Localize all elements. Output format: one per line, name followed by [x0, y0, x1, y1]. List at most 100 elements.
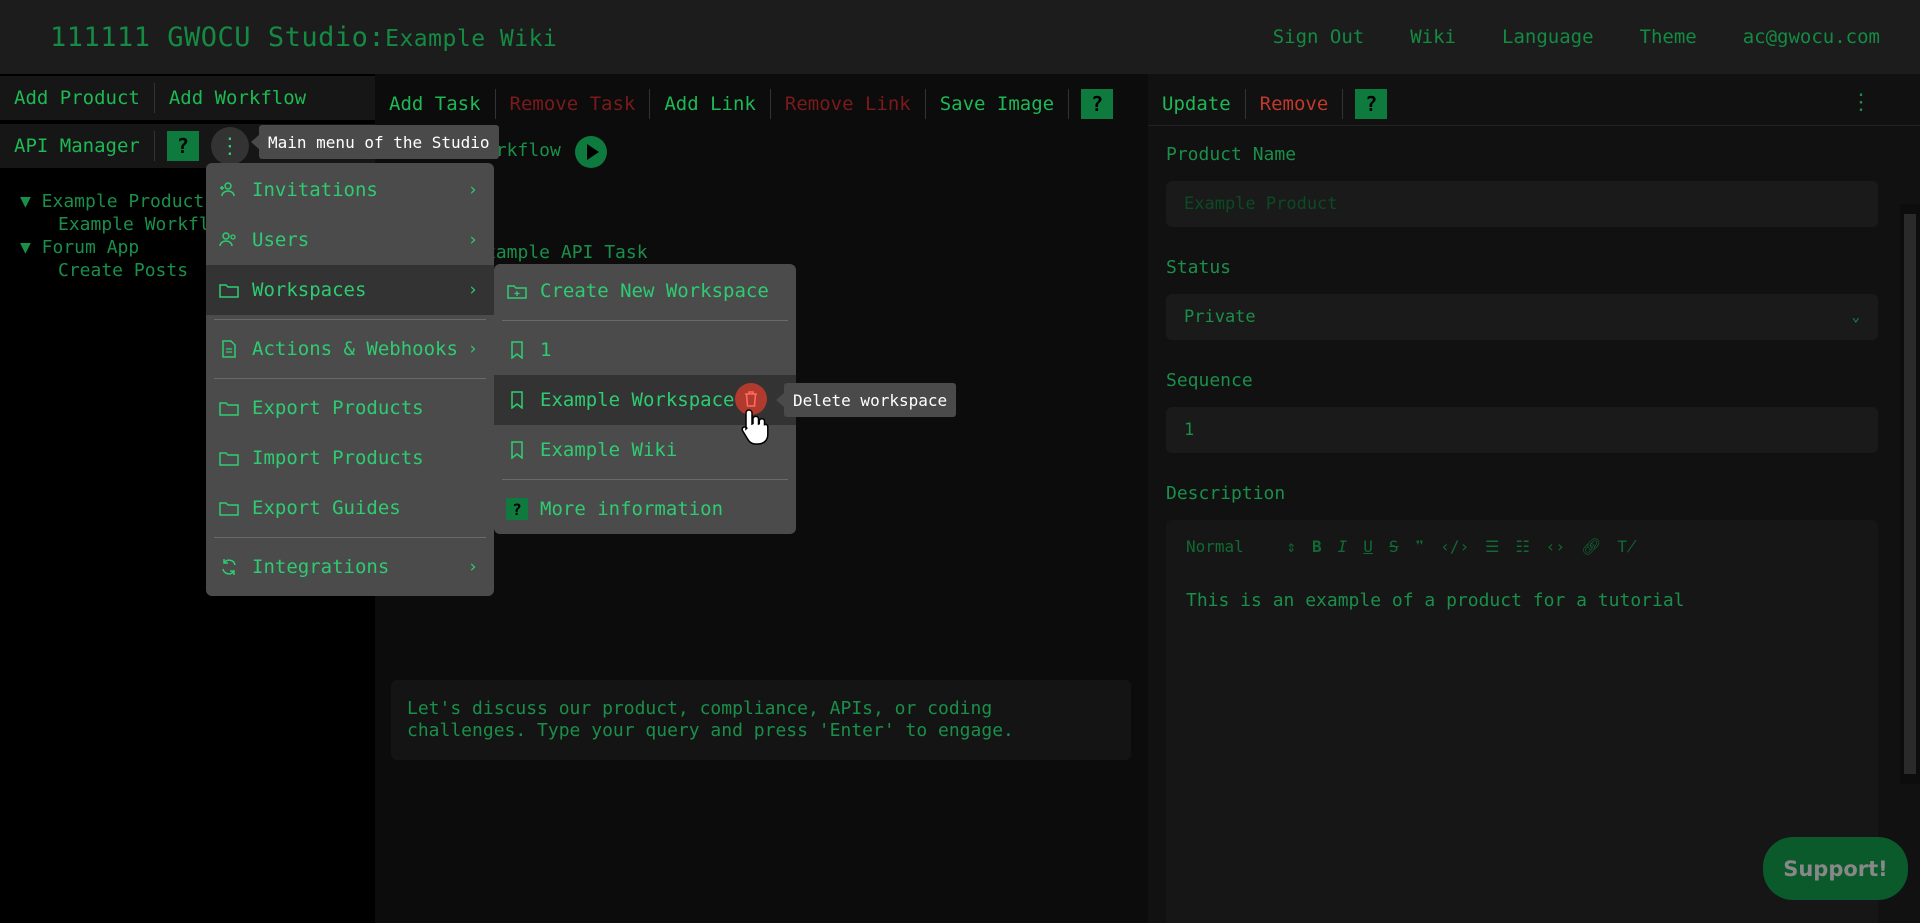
- folder-icon: [216, 398, 242, 418]
- strikethrough-icon[interactable]: S: [1389, 537, 1399, 556]
- api-manager-button[interactable]: API Manager: [0, 131, 155, 161]
- scrollbar-thumb[interactable]: [1904, 214, 1916, 774]
- left-help-button[interactable]: ?: [166, 131, 199, 161]
- menu-item-users[interactable]: Users ›: [206, 215, 494, 265]
- clear-format-icon[interactable]: T̸: [1617, 537, 1636, 556]
- menu-item-invitations[interactable]: Invitations ›: [206, 165, 494, 215]
- code-icon[interactable]: ‹›: [1546, 537, 1565, 556]
- sign-out-link[interactable]: Sign Out: [1273, 26, 1365, 48]
- language-link[interactable]: Language: [1502, 26, 1594, 48]
- tree-item-create-posts[interactable]: Create Posts: [20, 259, 210, 282]
- chevron-down-icon: ⌄: [1851, 309, 1860, 325]
- more-information-label: More information: [540, 498, 724, 520]
- code-block-icon[interactable]: ‹/›: [1440, 537, 1469, 556]
- description-text[interactable]: This is an example of a product for a tu…: [1166, 572, 1878, 629]
- details-scrollbar[interactable]: [1900, 204, 1920, 784]
- bullet-list-icon[interactable]: ☷: [1515, 537, 1529, 556]
- top-nav: Sign Out Wiki Language Theme ac@gwocu.co…: [1273, 26, 1880, 48]
- folder-icon: [216, 280, 242, 300]
- sync-icon: [216, 557, 242, 577]
- menu-divider: [214, 537, 486, 538]
- bookmark-icon: [504, 341, 530, 359]
- product-name-input[interactable]: Example Product: [1166, 181, 1878, 227]
- main-menu-button[interactable]: ⋮: [210, 127, 249, 165]
- top-bar: 111111 GWOCU Studio:Example Wiki Sign Ou…: [0, 0, 1920, 74]
- details-kebab-icon[interactable]: ⋮: [1850, 90, 1872, 115]
- menu-label-import-products: Import Products: [252, 447, 424, 469]
- remove-link-button[interactable]: Remove Link: [771, 89, 926, 119]
- main-menu-tooltip: Main menu of the Studio: [251, 125, 499, 159]
- link-icon[interactable]: 🔗︎: [1581, 537, 1601, 556]
- menu-item-export-guides[interactable]: Export Guides: [206, 483, 494, 533]
- current-workspace: Example Wiki: [385, 26, 558, 52]
- product-tree: ▼ Example Product Example Workfl ▼ Forum…: [20, 190, 210, 282]
- status-label: Status: [1166, 257, 1232, 278]
- menu-item-export-products[interactable]: Export Products: [206, 383, 494, 433]
- status-value: Private: [1184, 307, 1256, 327]
- menu-label-actions-webhooks: Actions & Webhooks: [252, 338, 458, 360]
- tree-item-example-workflow[interactable]: Example Workfl: [20, 213, 210, 236]
- chevron-right-icon: ›: [467, 557, 478, 577]
- user-email-link[interactable]: ac@gwocu.com: [1743, 26, 1880, 48]
- product-name-label: Product Name: [1166, 144, 1297, 165]
- tree-item-example-product[interactable]: ▼ Example Product: [20, 190, 210, 213]
- bookmark-icon: [504, 391, 530, 409]
- workflow-help-button[interactable]: ?: [1081, 89, 1114, 119]
- add-task-button[interactable]: Add Task: [375, 89, 496, 119]
- editor-toolbar: Normal ⇕ B I U S ❞ ‹/› ☰ ☷ ‹› 🔗︎ T̸: [1166, 520, 1878, 572]
- trash-icon: [745, 391, 757, 407]
- hand-cursor-icon: [741, 409, 769, 445]
- update-button[interactable]: Update: [1148, 88, 1246, 119]
- wiki-link[interactable]: Wiki: [1410, 26, 1456, 48]
- brand-name: 111111 GWOCU Studio:: [50, 22, 386, 53]
- menu-divider: [502, 479, 788, 480]
- chevron-right-icon: ›: [467, 230, 478, 250]
- menu-label-workspaces: Workspaces: [252, 279, 367, 301]
- ordered-list-icon[interactable]: ☰: [1485, 537, 1499, 556]
- menu-item-actions-webhooks[interactable]: Actions & Webhooks ›: [206, 324, 494, 374]
- details-help-button[interactable]: ?: [1355, 88, 1388, 119]
- underline-icon[interactable]: U: [1363, 537, 1373, 556]
- menu-item-import-products[interactable]: Import Products: [206, 433, 494, 483]
- remove-task-button[interactable]: Remove Task: [496, 89, 651, 119]
- bookmark-icon: [504, 441, 530, 459]
- menu-divider: [502, 320, 788, 321]
- workflow-toolbar: Add Task Remove Task Add Link Remove Lin…: [375, 82, 1148, 126]
- format-select[interactable]: Normal ⇕: [1186, 537, 1296, 556]
- user-add-icon: [216, 180, 242, 200]
- menu-item-integrations[interactable]: Integrations ›: [206, 542, 494, 592]
- users-icon: [216, 230, 242, 250]
- create-workspace-item[interactable]: Create New Workspace: [494, 266, 796, 316]
- folder-icon: [216, 448, 242, 468]
- support-button[interactable]: Support!: [1763, 837, 1908, 900]
- menu-label-integrations: Integrations: [252, 556, 390, 578]
- theme-link[interactable]: Theme: [1640, 26, 1697, 48]
- workspace-label: Example Wiki: [540, 439, 678, 461]
- italic-icon[interactable]: I: [1338, 537, 1348, 556]
- help-icon: ?: [504, 498, 530, 520]
- menu-divider: [214, 319, 486, 320]
- select-arrows-icon: ⇕: [1286, 536, 1296, 556]
- chat-input[interactable]: Let's discuss our product, compliance, A…: [391, 680, 1131, 760]
- save-image-button[interactable]: Save Image: [926, 89, 1070, 119]
- play-icon[interactable]: [575, 136, 607, 168]
- tree-item-forum-app[interactable]: ▼ Forum App: [20, 236, 210, 259]
- add-workflow-button[interactable]: Add Workflow: [155, 83, 320, 113]
- menu-label-users: Users: [252, 229, 310, 251]
- task-node-label[interactable]: xample API Task: [485, 242, 648, 263]
- details-toolbar: Update Remove ? ⋮: [1148, 82, 1920, 126]
- bold-icon[interactable]: B: [1312, 537, 1322, 556]
- description-label: Description: [1166, 483, 1286, 504]
- kebab-icon: ⋮: [218, 133, 241, 159]
- blockquote-icon[interactable]: ❞: [1415, 537, 1425, 556]
- format-value: Normal: [1186, 536, 1244, 556]
- status-select[interactable]: Private ⌄: [1166, 294, 1878, 340]
- workspace-item[interactable]: 1: [494, 325, 796, 375]
- more-information-item[interactable]: ? More information: [494, 484, 796, 534]
- product-details-panel: Update Remove ? ⋮ Product Name Example P…: [1148, 74, 1920, 923]
- remove-button[interactable]: Remove: [1246, 88, 1344, 119]
- add-product-button[interactable]: Add Product: [0, 83, 155, 113]
- menu-item-workspaces[interactable]: Workspaces ›: [206, 265, 494, 315]
- add-link-button[interactable]: Add Link: [650, 89, 771, 119]
- sequence-input[interactable]: 1: [1166, 407, 1878, 453]
